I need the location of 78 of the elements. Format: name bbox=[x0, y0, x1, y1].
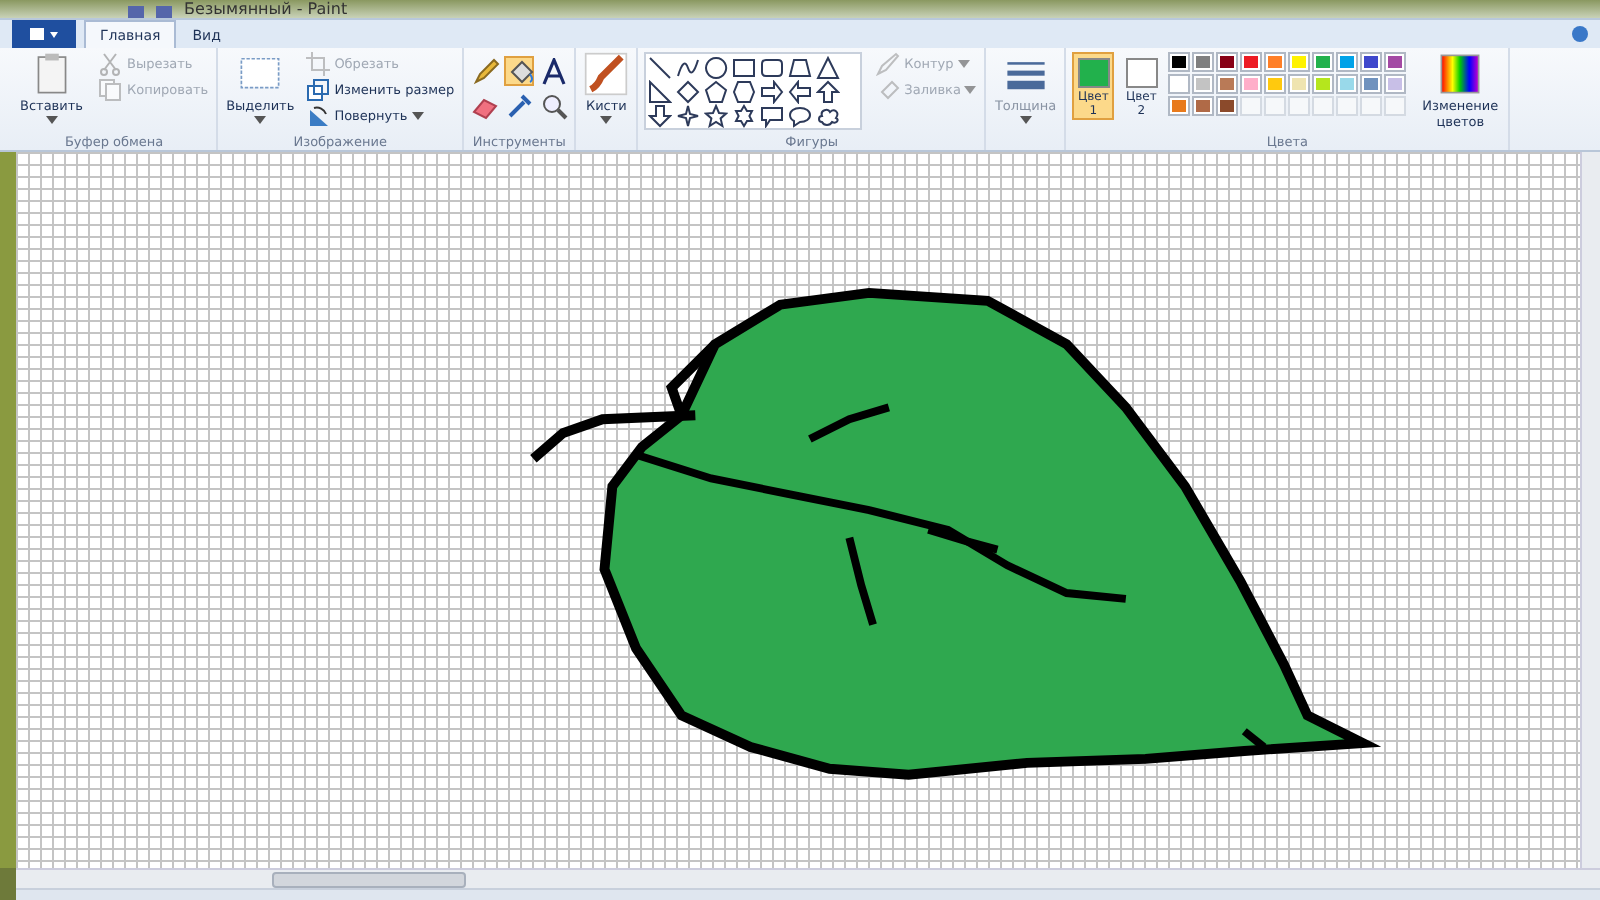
resize-icon bbox=[306, 78, 331, 102]
horizontal-scrollbar[interactable] bbox=[16, 868, 1600, 888]
shape-icon[interactable] bbox=[760, 56, 785, 80]
shape-icon[interactable] bbox=[648, 104, 673, 128]
shape-icon[interactable] bbox=[760, 80, 785, 104]
tool-button[interactable] bbox=[538, 56, 569, 86]
color-spectrum-icon bbox=[1438, 52, 1483, 96]
pen-icon bbox=[876, 52, 901, 76]
color-swatch[interactable] bbox=[1216, 96, 1239, 116]
shape-icon[interactable] bbox=[816, 104, 841, 128]
color-swatch[interactable] bbox=[1216, 74, 1239, 94]
caret-icon bbox=[45, 116, 58, 124]
color-swatch[interactable] bbox=[1240, 52, 1263, 72]
caret-icon bbox=[600, 116, 613, 124]
crop-icon bbox=[306, 52, 331, 76]
color-swatch[interactable] bbox=[1288, 52, 1311, 72]
shape-icon[interactable] bbox=[732, 80, 757, 104]
shape-icon[interactable] bbox=[816, 80, 841, 104]
shape-icon[interactable] bbox=[648, 56, 673, 80]
shape-icon[interactable] bbox=[788, 80, 813, 104]
magnifier-icon bbox=[539, 91, 568, 119]
shape-icon[interactable] bbox=[676, 104, 701, 128]
color-swatch[interactable] bbox=[1384, 74, 1407, 94]
color-swatch[interactable] bbox=[1192, 74, 1215, 94]
copy-icon bbox=[98, 78, 123, 102]
shape-icon[interactable] bbox=[676, 80, 701, 104]
help-icon[interactable] bbox=[1572, 26, 1588, 42]
caret-icon bbox=[964, 86, 977, 94]
color-swatch[interactable] bbox=[1264, 74, 1287, 94]
color-swatch[interactable] bbox=[1312, 52, 1335, 72]
color-swatch[interactable] bbox=[1312, 74, 1335, 94]
color-swatch[interactable] bbox=[1336, 52, 1359, 72]
color-swatch[interactable] bbox=[1288, 74, 1311, 94]
paint-bucket-icon bbox=[876, 78, 901, 102]
color-swatch[interactable] bbox=[1168, 96, 1191, 116]
shape-icon[interactable] bbox=[676, 56, 701, 80]
pencil-icon bbox=[471, 57, 500, 85]
shape-icon[interactable] bbox=[732, 104, 757, 128]
scissors-icon bbox=[98, 52, 123, 76]
caret-icon bbox=[254, 116, 267, 124]
window-icon bbox=[28, 26, 60, 42]
color-swatch[interactable] bbox=[1216, 52, 1239, 72]
vertical-scrollbar[interactable] bbox=[1580, 152, 1600, 868]
shape-icon[interactable] bbox=[704, 56, 729, 80]
caret-icon bbox=[957, 60, 970, 68]
shape-icon[interactable] bbox=[648, 80, 673, 104]
color-swatch[interactable] bbox=[1168, 52, 1191, 72]
color-swatch[interactable] bbox=[1168, 74, 1191, 94]
shape-icon[interactable] bbox=[788, 56, 813, 80]
color-swatch[interactable] bbox=[1192, 96, 1215, 116]
color-swatch[interactable] bbox=[1384, 52, 1407, 72]
rotate-icon bbox=[306, 104, 331, 128]
color-swatch[interactable] bbox=[1240, 74, 1263, 94]
text-icon bbox=[539, 57, 568, 85]
shape-icon[interactable] bbox=[704, 104, 729, 128]
paint-bucket-icon bbox=[505, 57, 534, 85]
shapes-gallery[interactable] bbox=[644, 52, 863, 130]
color-swatch[interactable] bbox=[1336, 74, 1359, 94]
color-swatch[interactable] bbox=[1360, 52, 1383, 72]
color-swatch[interactable] bbox=[1192, 52, 1215, 72]
app-menu-button[interactable] bbox=[12, 20, 76, 48]
tool-button[interactable] bbox=[538, 90, 569, 120]
shape-icon[interactable] bbox=[732, 56, 757, 80]
eyedropper-icon bbox=[505, 91, 534, 119]
shape-icon[interactable] bbox=[704, 80, 729, 104]
scroll-thumb[interactable] bbox=[272, 872, 466, 888]
color-swatch[interactable] bbox=[1360, 74, 1383, 94]
shape-icon[interactable] bbox=[816, 56, 841, 80]
tool-button[interactable] bbox=[504, 90, 535, 120]
shape-icon[interactable] bbox=[788, 104, 813, 128]
color-swatch[interactable] bbox=[1264, 52, 1287, 72]
window-title: Безымянный - Paint bbox=[184, 0, 348, 18]
tool-button[interactable] bbox=[504, 56, 535, 86]
caret-icon bbox=[1019, 116, 1032, 124]
brush-icon bbox=[584, 52, 629, 96]
caret-icon bbox=[411, 112, 424, 120]
pixel-grid-canvas[interactable] bbox=[16, 152, 1580, 868]
shape-icon[interactable] bbox=[760, 104, 785, 128]
